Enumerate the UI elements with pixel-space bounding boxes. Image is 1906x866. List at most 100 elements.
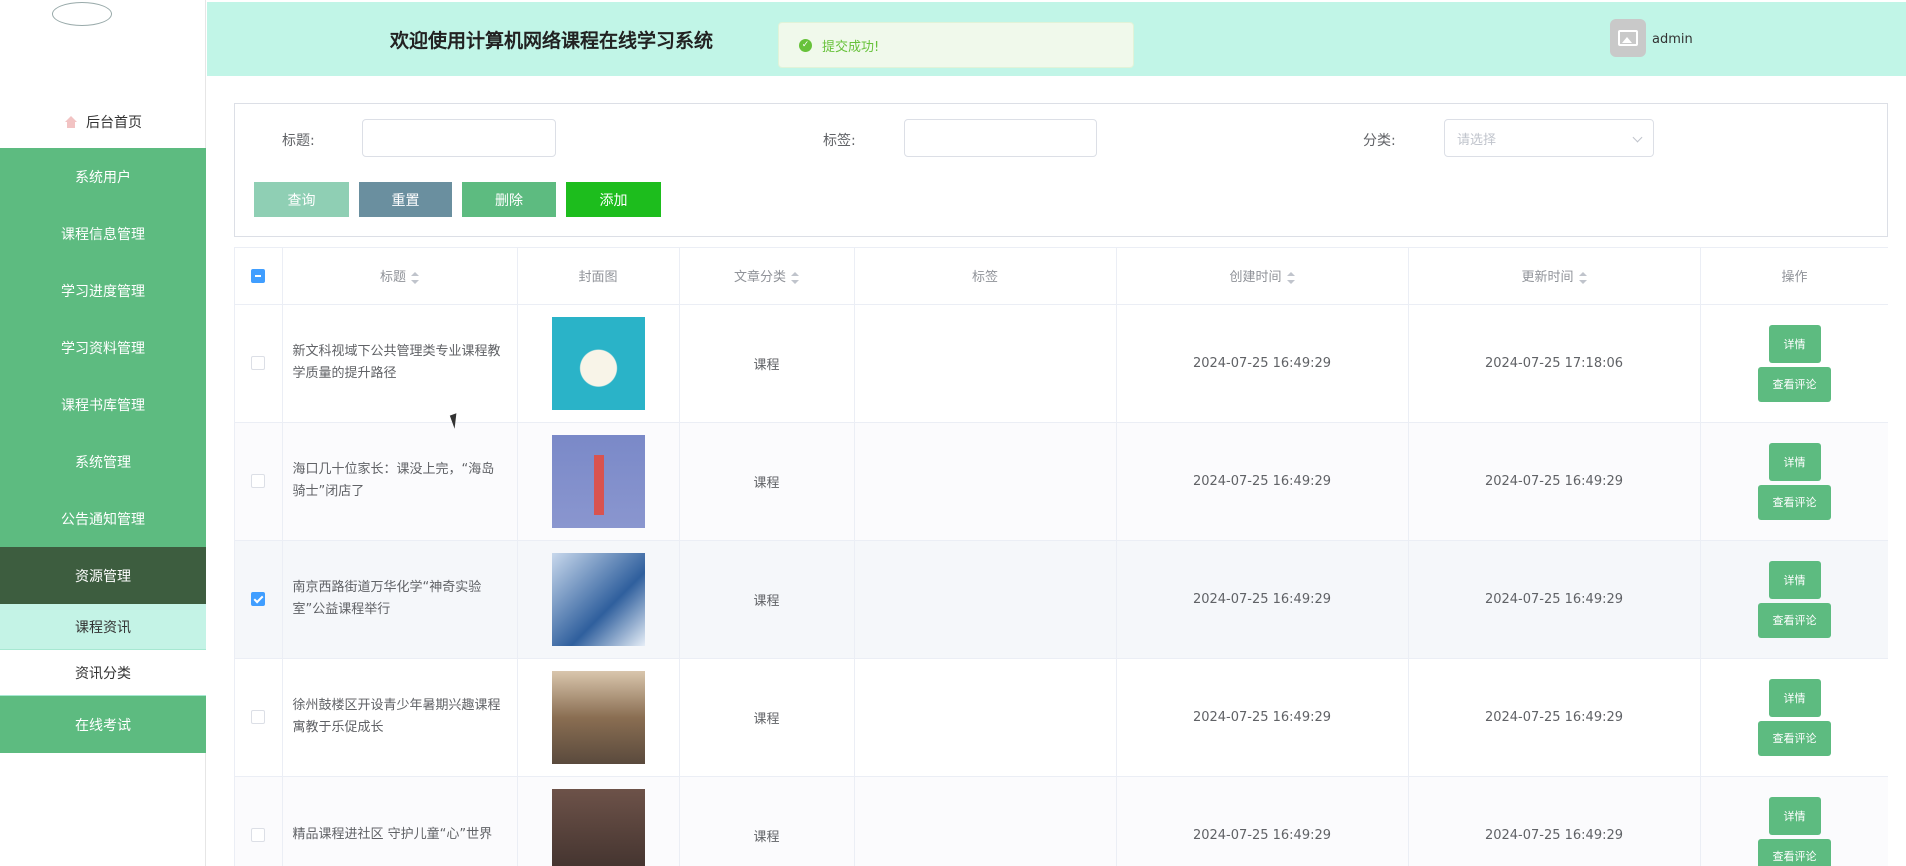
table-row: 海口几十位家长：课没上完，“海岛骑士”闭店了 课程 2024-07-25 16:… — [235, 422, 1888, 541]
row-updated: 2024-07-25 17:18:06 — [1408, 304, 1701, 423]
row-title: 新文科视域下公共管理类专业课程教学质量的提升路径 — [282, 304, 518, 423]
sidebar-menu: 系统用户 课程信息管理 学习进度管理 学习资料管理 课程书库管理 系统管理 公告… — [0, 148, 206, 753]
check-circle-icon: ✓ — [799, 38, 812, 52]
row-created: 2024-07-25 16:49:29 — [1116, 422, 1409, 541]
view-comments-button[interactable]: 查看评论 — [1758, 366, 1831, 402]
cover-image[interactable] — [551, 670, 645, 764]
row-created: 2024-07-25 16:49:29 — [1116, 304, 1409, 423]
row-updated: 2024-07-25 16:49:29 — [1408, 776, 1701, 866]
row-category: 课程 — [679, 776, 855, 866]
row-checkbox[interactable] — [251, 356, 266, 370]
toast-message: 提交成功! — [822, 39, 880, 55]
row-tags — [854, 658, 1117, 777]
sidebar-item-system-management[interactable]: 系统管理 — [0, 433, 206, 490]
detail-button[interactable]: 详情 — [1768, 560, 1821, 599]
header-category-label: 文章分类 — [733, 270, 786, 286]
detail-button[interactable]: 详情 — [1768, 796, 1821, 835]
avatar[interactable] — [1610, 19, 1646, 57]
add-button[interactable]: 添加 — [566, 182, 661, 217]
view-comments-button[interactable]: 查看评论 — [1758, 838, 1831, 866]
sidebar-item-course-info[interactable]: 课程信息管理 — [0, 205, 206, 262]
tag-label: 标签: — [823, 133, 856, 149]
sidebar-subitem-news-category[interactable]: 资讯分类 — [0, 650, 206, 696]
app-root: 后台首页 系统用户 课程信息管理 学习进度管理 学习资料管理 课程书库管理 系统… — [0, 0, 1906, 866]
header-cover: 封面图 — [517, 248, 680, 305]
sidebar-item-home[interactable]: 后台首页 — [0, 104, 206, 140]
cover-image[interactable] — [551, 788, 645, 866]
sort-icon[interactable] — [1286, 271, 1295, 284]
header-updated[interactable]: 更新时间 — [1408, 248, 1701, 305]
row-category: 课程 — [679, 540, 855, 659]
view-comments-button[interactable]: 查看评论 — [1758, 484, 1831, 520]
success-toast: ✓ 提交成功! — [778, 22, 1134, 68]
select-all-checkbox[interactable] — [251, 268, 266, 283]
detail-button[interactable]: 详情 — [1768, 324, 1821, 363]
header-created[interactable]: 创建时间 — [1116, 248, 1409, 305]
row-created: 2024-07-25 16:49:29 — [1116, 540, 1409, 659]
cover-image[interactable] — [551, 434, 645, 528]
header-updated-label: 更新时间 — [1521, 270, 1574, 286]
row-created: 2024-07-25 16:49:29 — [1116, 776, 1409, 866]
sidebar-item-label: 后台首页 — [86, 115, 142, 131]
header-ops: 操作 — [1700, 248, 1888, 305]
username[interactable]: admin — [1652, 32, 1693, 47]
home-icon — [64, 116, 78, 128]
header-ops-label: 操作 — [1781, 270, 1808, 286]
sidebar-item-course-library[interactable]: 课程书库管理 — [0, 376, 206, 433]
row-category: 课程 — [679, 658, 855, 777]
row-created: 2024-07-25 16:49:29 — [1116, 658, 1409, 777]
cover-image[interactable] — [551, 552, 645, 646]
row-title: 海口几十位家长：课没上完，“海岛骑士”闭店了 — [282, 422, 518, 541]
view-comments-button[interactable]: 查看评论 — [1758, 720, 1831, 756]
row-category: 课程 — [679, 304, 855, 423]
sidebar: 后台首页 系统用户 课程信息管理 学习进度管理 学习资料管理 课程书库管理 系统… — [0, 0, 206, 866]
row-checkbox[interactable] — [251, 710, 266, 724]
title-label: 标题: — [282, 133, 315, 149]
sort-icon[interactable] — [791, 271, 799, 284]
view-comments-button[interactable]: 查看评论 — [1758, 602, 1831, 638]
category-select[interactable]: 请选择 — [1444, 119, 1654, 157]
row-checkbox[interactable] — [251, 474, 266, 488]
table-header-row: 标题 封面图 文章分类 标签 创建时间 更新时间 操作 — [235, 248, 1888, 305]
sidebar-item-resources[interactable]: 资源管理 — [0, 547, 206, 604]
title-input[interactable] — [362, 119, 556, 157]
sidebar-item-learning-materials[interactable]: 学习资料管理 — [0, 319, 206, 376]
page-title: 欢迎使用计算机网络课程在线学习系统 — [390, 30, 714, 52]
header-created-label: 创建时间 — [1229, 270, 1282, 286]
sort-icon[interactable] — [411, 271, 419, 284]
row-category: 课程 — [679, 422, 855, 541]
header-category[interactable]: 文章分类 — [679, 248, 855, 305]
query-button[interactable]: 查询 — [254, 182, 349, 217]
row-title: 南京西路街道万华化学“神奇实验室”公益课程举行 — [282, 540, 518, 659]
tag-input[interactable] — [904, 119, 1097, 157]
sidebar-item-announcements[interactable]: 公告通知管理 — [0, 490, 206, 547]
image-placeholder-icon — [1618, 30, 1638, 46]
row-checkbox[interactable] — [251, 592, 266, 606]
sidebar-subitem-course-news[interactable]: 课程资讯 — [0, 604, 206, 650]
delete-button[interactable]: 删除 — [462, 182, 556, 217]
row-title: 徐州鼓楼区开设青少年暑期兴趣课程 寓教于乐促成长 — [282, 658, 518, 777]
header-title[interactable]: 标题 — [282, 248, 518, 305]
table-row: 徐州鼓楼区开设青少年暑期兴趣课程 寓教于乐促成长 课程 2024-07-25 1… — [235, 658, 1888, 777]
row-tags — [854, 422, 1117, 541]
reset-button[interactable]: 重置 — [359, 182, 452, 217]
table-row: 新文科视域下公共管理类专业课程教学质量的提升路径 课程 2024-07-25 1… — [235, 304, 1888, 423]
row-checkbox[interactable] — [251, 828, 266, 842]
row-tags — [854, 304, 1117, 423]
cover-image[interactable] — [551, 316, 645, 410]
sidebar-item-system-users[interactable]: 系统用户 — [0, 148, 206, 205]
detail-button[interactable]: 详情 — [1768, 442, 1821, 481]
header-select-all[interactable] — [235, 248, 283, 305]
row-title: 精品课程进社区 守护儿童“心”世界 — [282, 776, 518, 866]
sidebar-item-learning-progress[interactable]: 学习进度管理 — [0, 262, 206, 319]
header: 欢迎使用计算机网络课程在线学习系统 ✓ 提交成功! admin — [207, 2, 1906, 76]
detail-button[interactable]: 详情 — [1768, 678, 1821, 717]
sort-icon[interactable] — [1578, 271, 1587, 284]
logo-image — [52, 2, 112, 26]
sidebar-item-online-exam[interactable]: 在线考试 — [0, 696, 206, 753]
row-updated: 2024-07-25 16:49:29 — [1408, 540, 1701, 659]
row-tags — [854, 540, 1117, 659]
chevron-down-icon — [1632, 132, 1643, 143]
row-tags — [854, 776, 1117, 866]
category-label: 分类: — [1363, 133, 1396, 149]
